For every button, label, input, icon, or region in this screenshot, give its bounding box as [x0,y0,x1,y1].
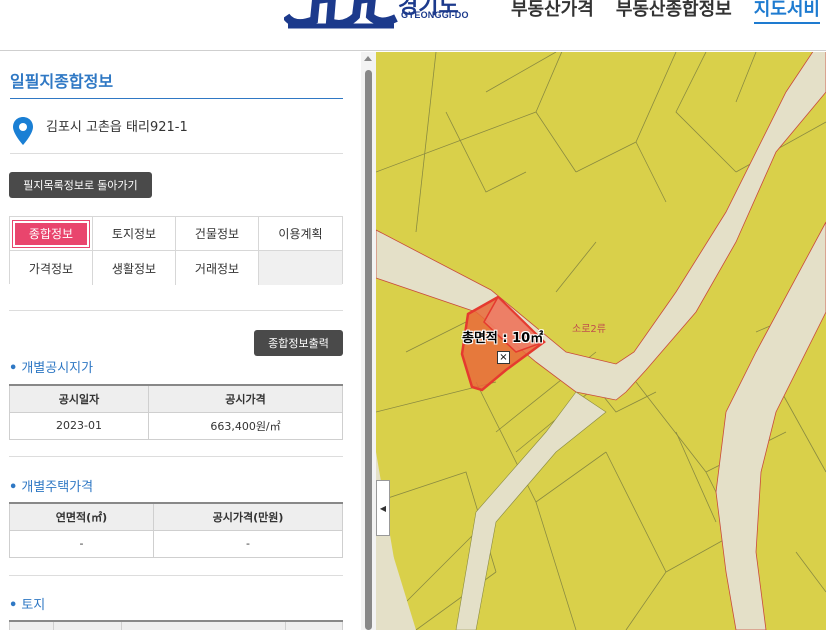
info-tabs: 종합정보 토지정보 건물정보 이용계획 가격정보 생활정보 거래정보 [9,216,343,285]
tab-transaction[interactable]: 거래정보 [176,251,259,285]
address-row: 김포시 고촌읍 태리921-1 [10,112,343,154]
table-cell: 2023-01 [9,411,149,440]
land-price-table: 공시일자 공시가격 2023-01 663,400원/㎡ [9,384,343,440]
back-to-list-button[interactable]: 필지목록정보로 돌아가기 [9,172,152,198]
tab-land[interactable]: 토지정보 [93,217,176,251]
panel-title: 일필지종합정보 [10,68,343,99]
section-title-land-price: • 개별공시지가 [9,361,94,376]
chevron-left-icon: ◀ [379,503,387,513]
column-header [285,620,343,630]
road-label: 소로2류 [572,324,606,335]
main-nav: 부동산가격 부동산종합정보 지도서비 [511,0,826,24]
section-divider [9,575,343,576]
nav-real-estate-price[interactable]: 부동산가격 [511,0,594,24]
table-cell: - [153,529,343,558]
table-cell: 663,400원/㎡ [148,411,343,440]
tab-empty [259,251,342,285]
table-row: - - [9,529,343,558]
column-header: 공시가격 [148,384,343,413]
total-area-label: 총면적 : 10㎡ [462,331,544,346]
tab-building[interactable]: 건물정보 [176,217,259,251]
tab-summary[interactable]: 종합정보 [10,217,93,251]
land-table [9,620,343,630]
print-summary-button[interactable]: 종합정보출력 [254,330,343,356]
column-header [121,620,286,630]
column-header: 공시일자 [9,384,149,413]
table-header-row: 연면적(㎡) 공시가격(만원) [9,502,343,531]
column-header [53,620,122,630]
nav-real-estate-info[interactable]: 부동산종합정보 [616,0,732,24]
table-row: 2023-01 663,400원/㎡ [9,411,343,440]
column-header: 연면적(㎡) [9,502,154,531]
location-pin-icon [13,117,33,145]
tab-land-use-plan[interactable]: 이용계획 [259,217,342,251]
close-measure-icon[interactable]: × [497,351,510,364]
parcel-info-panel: 일필지종합정보 김포시 고촌읍 태리921-1 필지목록정보로 돌아가기 종합정… [0,52,361,630]
column-header: 공시가격(만원) [153,502,343,531]
parcel-address: 김포시 고촌읍 태리921-1 [46,120,188,135]
column-header [9,620,54,630]
map-view[interactable]: 소로2류 [376,52,826,630]
table-header-row: 공시일자 공시가격 [9,384,343,413]
logo-text: GYEONGGI-DO [401,10,469,20]
table-header-row [9,620,343,630]
tab-living[interactable]: 생활정보 [93,251,176,285]
section-title-house-price: • 개별주택가격 [9,480,94,495]
house-price-table: 연면적(㎡) 공시가격(만원) - - [9,502,343,558]
section-divider [9,310,343,311]
scroll-thumb[interactable] [365,70,372,630]
table-cell: - [9,529,154,558]
site-header: 경기도 GYEONGGI-DO 부동산가격 부동산종합정보 지도서비 [0,0,826,51]
section-divider [9,456,343,457]
map-canvas[interactable] [376,52,826,630]
nav-map-service[interactable]: 지도서비 [753,0,820,24]
scroll-up-arrow-icon[interactable] [364,56,372,61]
collapse-panel-button[interactable]: ◀ [376,480,390,536]
panel-scrollbar[interactable] [361,52,376,630]
section-title-land: • 토지 [9,598,46,613]
tab-price[interactable]: 가격정보 [10,251,93,285]
